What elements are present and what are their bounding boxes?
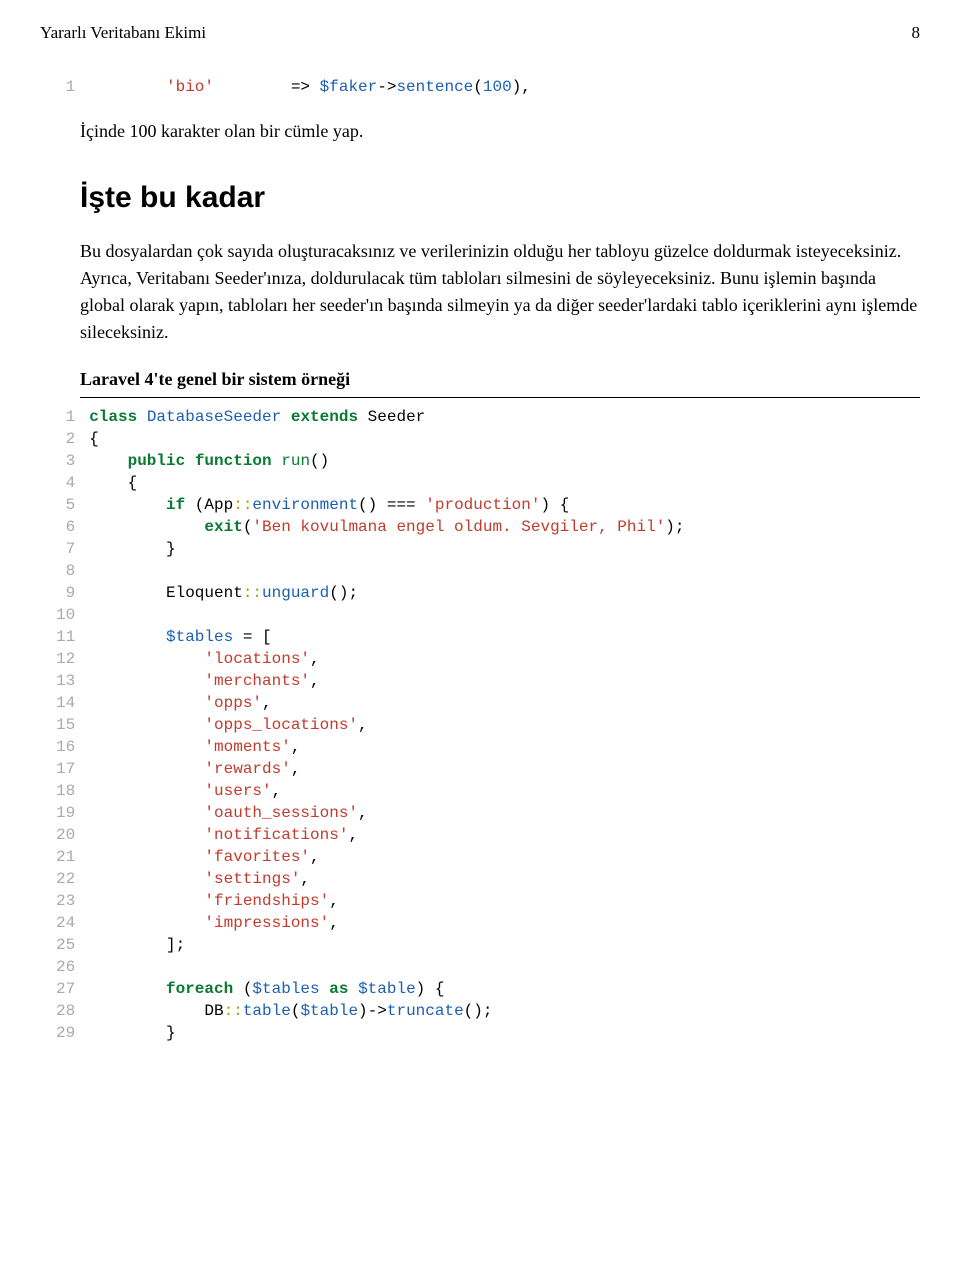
code-content: 'bio' => $faker->sentence(100), <box>89 76 920 98</box>
header-title: Yararlı Veritabanı Ekimi <box>40 20 206 46</box>
code-block-2: 1234567891011121314151617181920212223242… <box>40 406 920 1044</box>
line-gutter: 1234567891011121314151617181920212223242… <box>40 406 75 1044</box>
code-content: class DatabaseSeeder extends Seeder{ pub… <box>89 406 920 1044</box>
code-block-1: 1 'bio' => $faker->sentence(100), <box>40 76 920 98</box>
page-header: Yararlı Veritabanı Ekimi 8 <box>40 20 920 46</box>
paragraph-2: Bu dosyalardan çok sayıda oluşturacaksın… <box>80 238 920 346</box>
page-number: 8 <box>912 20 921 46</box>
example-title: Laravel 4'te genel bir sistem örneği <box>80 366 920 393</box>
paragraph-1: İçinde 100 karakter olan bir cümle yap. <box>80 118 920 145</box>
line-gutter: 1 <box>40 76 75 98</box>
divider <box>80 397 920 398</box>
section-heading: İşte bu kadar <box>80 175 920 220</box>
